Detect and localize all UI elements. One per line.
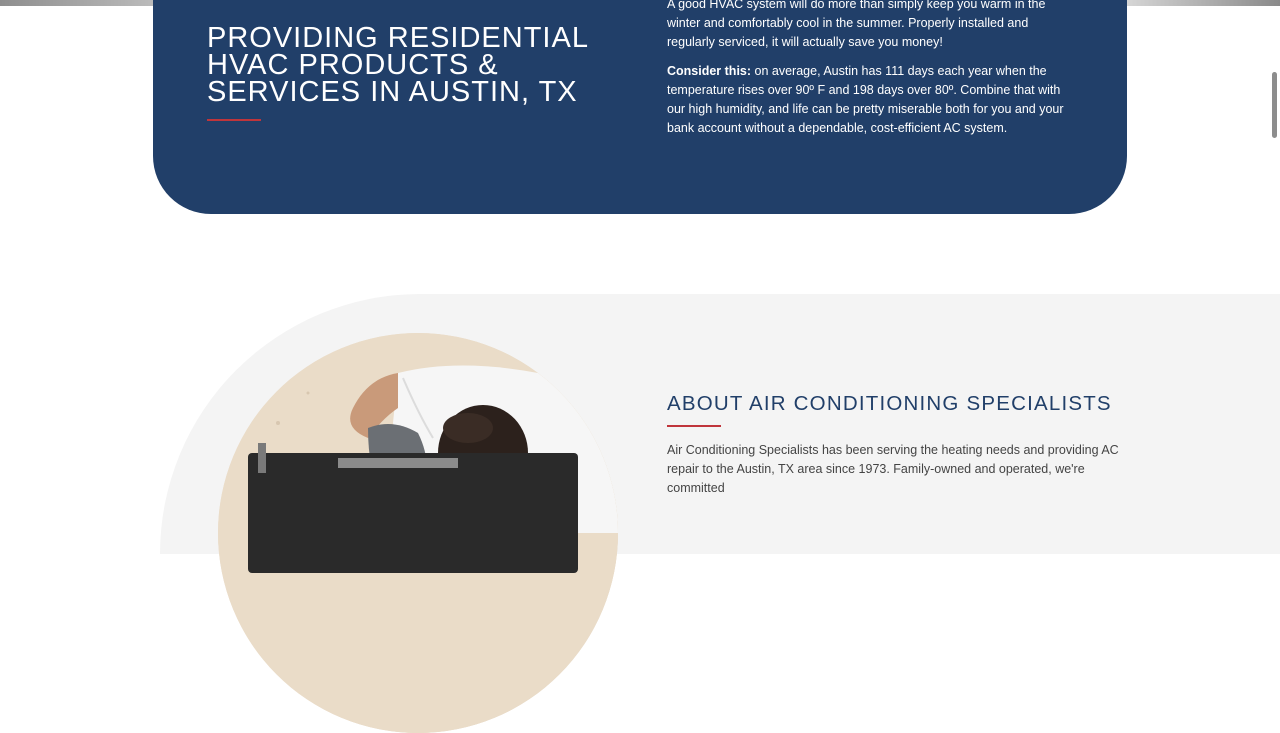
about-accent-line xyxy=(667,425,721,427)
page-scrollbar[interactable] xyxy=(1272,72,1277,138)
technician-photo xyxy=(218,333,618,733)
intro-paragraph-2: Consider this: on average, Austin has 11… xyxy=(667,62,1067,138)
consider-this-label: Consider this: xyxy=(667,64,752,78)
intro-text: A good HVAC system will do more than sim… xyxy=(667,0,1067,148)
intro-section: PROVIDING RESIDENTIAL HVAC PRODUCTS & SE… xyxy=(153,0,1127,214)
intro-heading: PROVIDING RESIDENTIAL HVAC PRODUCTS & SE… xyxy=(207,22,588,108)
technician-illustration xyxy=(218,333,618,733)
heading-accent-line xyxy=(207,119,261,121)
about-paragraph: Air Conditioning Specialists has been se… xyxy=(667,443,1119,495)
about-heading: ABOUT AIR CONDITIONING SPECIALISTS xyxy=(667,392,1112,415)
intro-paragraph-1: A good HVAC system will do more than sim… xyxy=(667,0,1046,49)
